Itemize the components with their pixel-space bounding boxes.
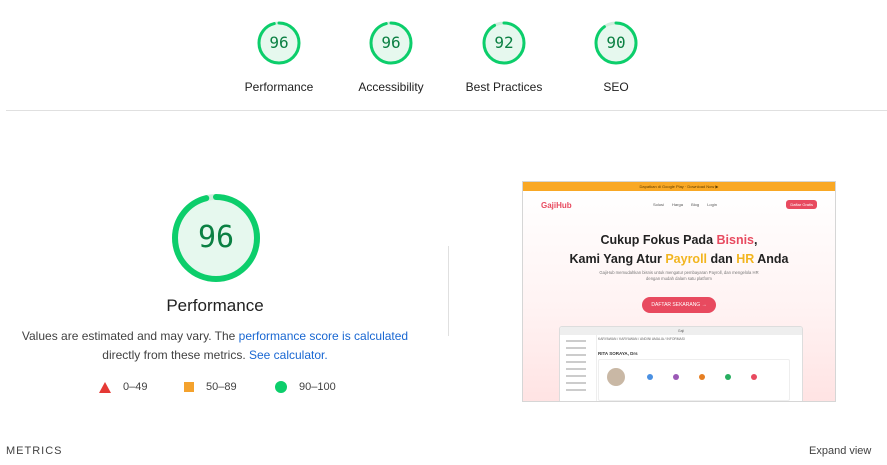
gauge-score: 96	[269, 33, 289, 52]
gauge-ring: 96	[256, 20, 302, 66]
app-preview: Gaji KARYAWAN / KARYAWAN / ANDINI AMALIA…	[559, 326, 803, 401]
gauge-score: 96	[381, 33, 401, 52]
performance-score: 96	[197, 220, 235, 255]
gauge-label: SEO	[603, 80, 629, 94]
expand-view-toggle[interactable]: Expand view	[809, 445, 871, 457]
legend-average: 50–89	[184, 381, 237, 393]
triangle-icon	[99, 381, 111, 393]
gauge-ring: 96	[368, 20, 414, 66]
employee-name: RITA SORAYA, Drs	[598, 351, 638, 356]
headline-text: Cukup Fokus Pada	[600, 233, 717, 247]
register-button: DAFTAR SEKARANG →	[642, 297, 716, 313]
headline-highlight: HR	[736, 252, 755, 266]
square-icon	[184, 382, 194, 392]
gauge-accessibility[interactable]: 96 Accessibility	[331, 20, 451, 94]
site-nav: Solusi Harga Blog Login	[653, 202, 724, 207]
gauge-score: 90	[606, 33, 626, 52]
gauge-label: Performance	[244, 80, 314, 94]
signup-button: Daftar Gratis	[786, 200, 817, 209]
employee-card	[598, 359, 790, 401]
legend-range: 0–49	[123, 381, 148, 393]
metrics-heading: METRICS	[6, 445, 63, 457]
headline-text: ,	[754, 233, 758, 247]
browser-bar: Gaji	[560, 327, 802, 335]
legend-pass: 90–100	[275, 381, 336, 393]
see-calculator-link[interactable]: See calculator.	[249, 348, 328, 362]
hero-headline: Cukup Fokus Pada Bisnis, Kami Yang Atur …	[523, 231, 835, 269]
gauge-ring: 92	[481, 20, 527, 66]
headline-highlight: Payroll	[665, 252, 708, 266]
chip-icon	[751, 374, 757, 380]
headline-text: Kami Yang Atur	[569, 252, 666, 266]
note-text: Values are estimated and may vary. The	[21, 329, 239, 343]
gauge-label: Accessibility	[358, 80, 424, 94]
gauge-ring: 90	[593, 20, 639, 66]
legend-range: 90–100	[299, 381, 336, 393]
performance-note: Values are estimated and may vary. The p…	[20, 327, 410, 365]
vertical-divider	[448, 246, 449, 336]
performance-gauge: 96	[170, 192, 262, 284]
performance-title: Performance	[166, 296, 264, 315]
site-logo: GajiHub	[541, 201, 572, 210]
note-text: directly from these metrics.	[102, 348, 249, 362]
nav-item: Harga	[672, 202, 683, 207]
score-calculated-link[interactable]: performance score is calculated	[239, 329, 408, 343]
circle-icon	[275, 381, 287, 393]
gauge-performance[interactable]: 96 Performance	[219, 20, 339, 94]
legend-fail: 0–49	[99, 381, 147, 393]
gauge-seo[interactable]: 90 SEO	[556, 20, 676, 94]
gauge-label: Best Practices	[465, 80, 543, 94]
headline-highlight: Bisnis	[716, 233, 755, 247]
nav-item: Blog	[691, 202, 700, 207]
app-breadcrumb: KARYAWAN / KARYAWAN / ANDINI AMALIA / IN…	[598, 337, 685, 341]
avatar	[607, 368, 625, 386]
chip-icon	[699, 374, 705, 380]
chip-icon	[673, 374, 679, 380]
headline-text: dan	[707, 252, 737, 266]
gauge-score: 92	[494, 33, 514, 52]
app-main: KARYAWAN / KARYAWAN / ANDINI AMALIA / IN…	[598, 337, 798, 401]
legend-range: 50–89	[206, 381, 237, 393]
app-sidebar	[560, 335, 597, 401]
nav-item: Solusi	[653, 202, 664, 207]
chip-icon	[647, 374, 653, 380]
hero-section: GajiHub Solusi Harga Blog Login Daftar G…	[523, 191, 835, 401]
chip-icon	[725, 374, 731, 380]
gauge-best-practices[interactable]: 92 Best Practices	[444, 20, 564, 94]
hero-subtitle: GajiHub memudahkan bisnis untuk mengatur…	[599, 270, 759, 281]
section-divider	[6, 110, 887, 111]
final-screenshot[interactable]: Dapatkan di Google Play · Download Now ▶…	[522, 181, 836, 402]
nav-item: Login	[707, 202, 717, 207]
headline-text: Anda	[754, 252, 789, 266]
promo-bar: Dapatkan di Google Play · Download Now ▶	[523, 182, 835, 191]
